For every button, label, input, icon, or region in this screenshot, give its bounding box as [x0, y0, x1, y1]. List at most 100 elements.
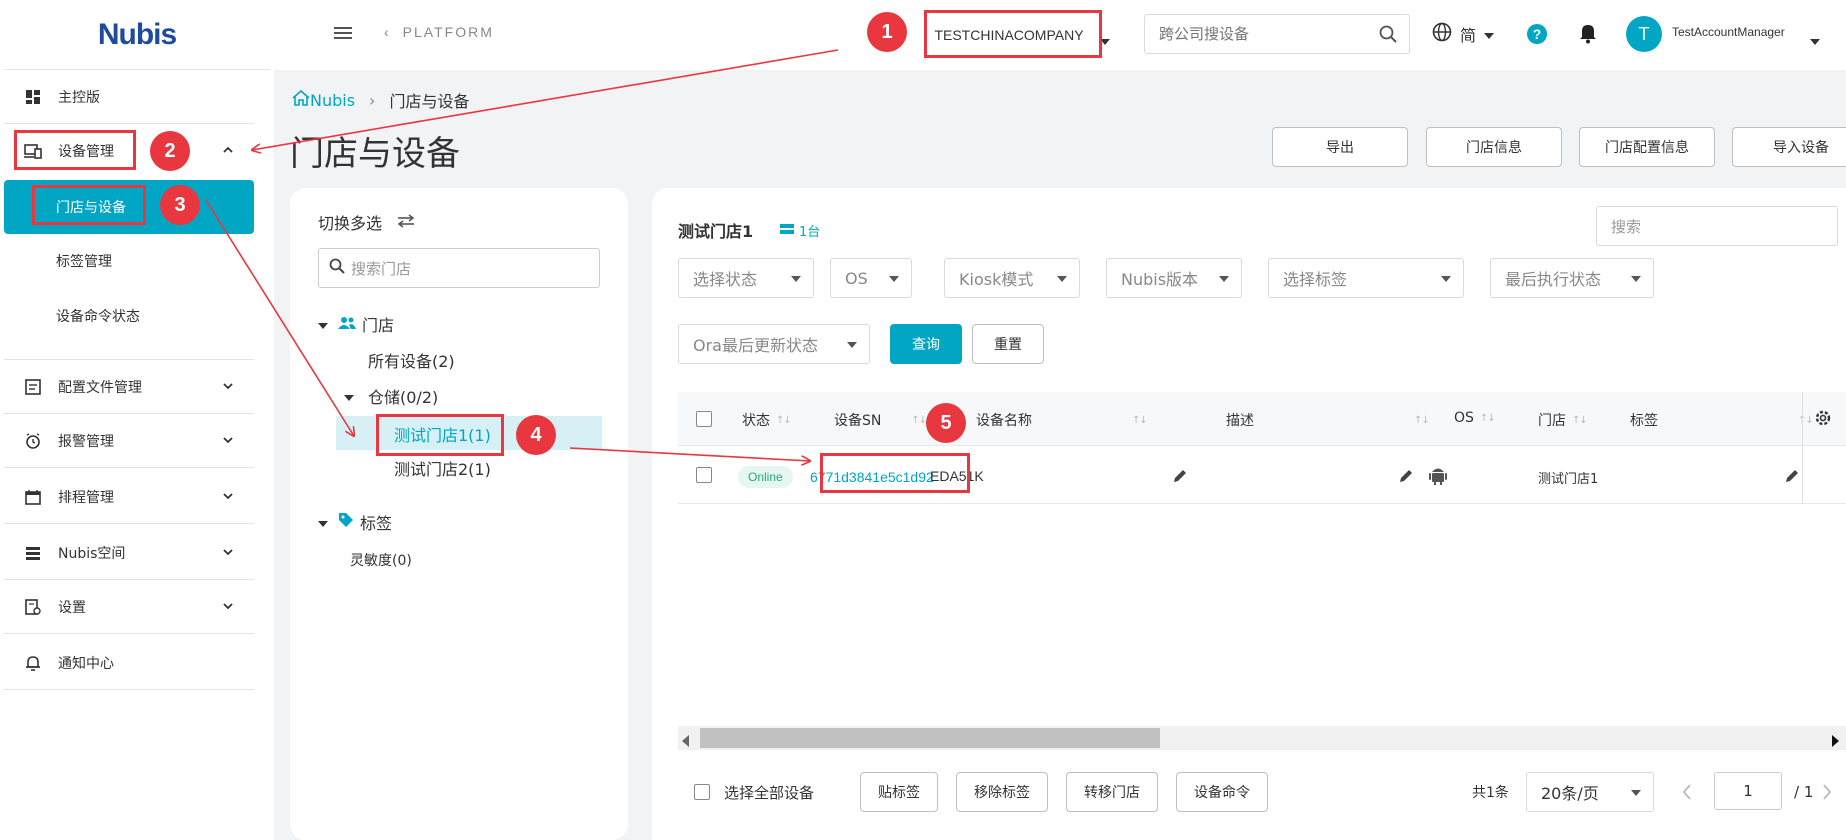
tree-node-tag-sensitivity[interactable]: 灵敏度(0): [350, 550, 412, 570]
page-size-select[interactable]: 20条/页: [1526, 772, 1654, 812]
caret-down-icon[interactable]: [1100, 31, 1110, 50]
sidebar-item-config-files[interactable]: 配置文件管理: [4, 360, 254, 414]
annotation-marker-2: 2: [150, 131, 190, 171]
status-filter-select[interactable]: 选择状态: [678, 258, 814, 298]
query-button[interactable]: 查询: [890, 324, 962, 364]
sort-icon[interactable]: ↑↓: [1414, 415, 1430, 426]
tree-node-warehouse[interactable]: 仓储(0/2): [344, 384, 438, 408]
sidebar-item-notifications[interactable]: 通知中心: [4, 636, 254, 690]
sort-icon[interactable]: ↑↓: [776, 415, 792, 426]
scrollbar-thumb[interactable]: [700, 728, 1160, 748]
last-exec-filter-select[interactable]: 最后执行状态: [1490, 258, 1654, 298]
sidebar-item-nubis-space[interactable]: Nubis空间: [4, 526, 254, 580]
row-checkbox[interactable]: [696, 467, 712, 483]
help-icon[interactable]: ?: [1526, 23, 1548, 49]
cross-company-search[interactable]: [1144, 14, 1410, 54]
sidebar-item-schedule[interactable]: 排程管理: [4, 470, 254, 524]
caret-down-icon[interactable]: [344, 387, 354, 406]
username[interactable]: TestAccountManager: [1672, 25, 1785, 39]
store-info-button[interactable]: 门店信息: [1426, 127, 1562, 167]
nubis-logo[interactable]: Nubis: [4, 0, 270, 70]
breadcrumb-home[interactable]: Nubis: [292, 89, 355, 110]
sidebar-item-label: 标签管理: [56, 254, 112, 270]
next-page-icon[interactable]: [1822, 784, 1832, 804]
store-search-input[interactable]: 搜索门店: [318, 248, 600, 288]
import-devices-button[interactable]: 导入设备: [1732, 127, 1846, 167]
store-config-button[interactable]: 门店配置信息: [1579, 127, 1715, 167]
search-icon[interactable]: [1379, 25, 1397, 47]
page-number-input[interactable]: 1: [1714, 772, 1782, 810]
sidebar-item-dashboard[interactable]: 主控版: [4, 70, 254, 124]
company-selector[interactable]: TESTCHINACOMPANY: [924, 14, 1094, 56]
language-selector[interactable]: 简: [1432, 22, 1495, 46]
sidebar-item-label: 门店与设备: [56, 200, 126, 216]
column-header-sn[interactable]: 设备SN ↑↓: [834, 410, 927, 430]
device-search-placeholder: 搜索: [1611, 217, 1642, 236]
platform-back-link[interactable]: ‹ PLATFORM: [384, 24, 494, 40]
chevron-down-icon[interactable]: [222, 600, 234, 616]
sidebar-item-tag-management[interactable]: 标签管理: [4, 234, 254, 288]
device-sn-link[interactable]: 6771d3841e5c1d92: [810, 469, 934, 485]
avatar[interactable]: T: [1626, 16, 1662, 52]
caret-down-icon[interactable]: [1810, 31, 1820, 50]
remove-tag-button[interactable]: 移除标签: [956, 772, 1048, 812]
select-all-devices[interactable]: 选择全部设备: [694, 772, 814, 812]
sort-icon[interactable]: ↑↓: [911, 415, 927, 426]
caret-down-icon[interactable]: [318, 315, 328, 334]
add-tag-button[interactable]: 贴标签: [860, 772, 938, 812]
sort-icon[interactable]: ↑↓: [1572, 415, 1588, 426]
kiosk-filter-select[interactable]: Kiosk模式: [944, 258, 1080, 298]
bell-icon[interactable]: [1578, 22, 1598, 48]
caret-down-icon[interactable]: [318, 513, 328, 532]
column-header-device-name[interactable]: 设备名称 ↑↓: [976, 410, 1148, 430]
column-header-store[interactable]: 门店 ↑↓: [1538, 410, 1588, 430]
column-header-os[interactable]: OS ↑↓: [1454, 410, 1496, 426]
cross-company-search-input[interactable]: [1145, 15, 1355, 53]
edit-name-icon[interactable]: [1172, 468, 1188, 488]
column-header-description[interactable]: 描述 ↑↓: [1226, 410, 1430, 430]
ora-update-filter-select[interactable]: Ora最后更新状态: [678, 324, 870, 364]
table-row[interactable]: Online 6771d3841e5c1d92 EDA51K 测试门店1: [678, 446, 1846, 504]
select-label: Ora最后更新状态: [693, 336, 818, 355]
tree-node-store-1[interactable]: 测试门店1(1): [394, 422, 491, 446]
edit-tags-icon[interactable]: [1784, 468, 1800, 488]
select-all-devices-checkbox[interactable]: [694, 784, 710, 800]
multi-select-toggle[interactable]: 切换多选: [318, 210, 416, 234]
device-search-input[interactable]: 搜索: [1596, 206, 1838, 246]
column-header-status[interactable]: 状态 ↑↓: [742, 410, 792, 430]
chevron-left-icon: ‹: [384, 24, 391, 40]
tree-node-stores[interactable]: 门店: [318, 312, 394, 336]
reset-button[interactable]: 重置: [972, 324, 1044, 364]
sidebar-item-label: 报警管理: [58, 433, 114, 450]
horizontal-scrollbar[interactable]: [678, 726, 1846, 750]
chevron-up-icon[interactable]: [222, 144, 234, 160]
sidebar-item-alarms[interactable]: 报警管理: [4, 414, 254, 468]
tree-node-store-2[interactable]: 测试门店2(1): [394, 456, 491, 480]
select-all-rows-checkbox[interactable]: [696, 411, 712, 427]
scroll-left-icon[interactable]: [682, 732, 690, 751]
os-filter-select[interactable]: OS: [830, 258, 912, 298]
chevron-down-icon[interactable]: [222, 490, 234, 506]
sort-icon[interactable]: ↑↓: [1132, 415, 1148, 426]
column-settings-gear-icon[interactable]: [1813, 408, 1833, 432]
column-header-tags[interactable]: 标签 ↑↓: [1630, 410, 1814, 430]
device-command-button[interactable]: 设备命令: [1176, 772, 1268, 812]
edit-description-icon[interactable]: [1398, 468, 1414, 488]
export-button[interactable]: 导出: [1272, 127, 1408, 167]
sidebar-item-settings[interactable]: 设置: [4, 580, 254, 634]
sidebar-item-device-management[interactable]: 设备管理: [4, 124, 254, 178]
sort-icon[interactable]: ↑↓: [1480, 413, 1496, 424]
sidebar-item-command-status[interactable]: 设备命令状态: [4, 288, 254, 360]
chevron-down-icon[interactable]: [222, 434, 234, 450]
transfer-store-button[interactable]: 转移门店: [1066, 772, 1158, 812]
chevron-down-icon[interactable]: [222, 380, 234, 396]
prev-page-icon[interactable]: [1682, 784, 1692, 804]
chevron-down-icon[interactable]: [222, 546, 234, 562]
tree-node-all-devices[interactable]: 所有设备(2): [368, 348, 455, 372]
scroll-right-icon[interactable]: [1832, 732, 1840, 751]
tree-node-tags[interactable]: 标签: [318, 510, 392, 534]
tag-filter-select[interactable]: 选择标签: [1268, 258, 1464, 298]
hamburger-menu-icon[interactable]: [334, 24, 354, 46]
nubis-version-filter-select[interactable]: Nubis版本: [1106, 258, 1242, 298]
sidebar-item-stores-devices[interactable]: 门店与设备: [4, 180, 254, 234]
